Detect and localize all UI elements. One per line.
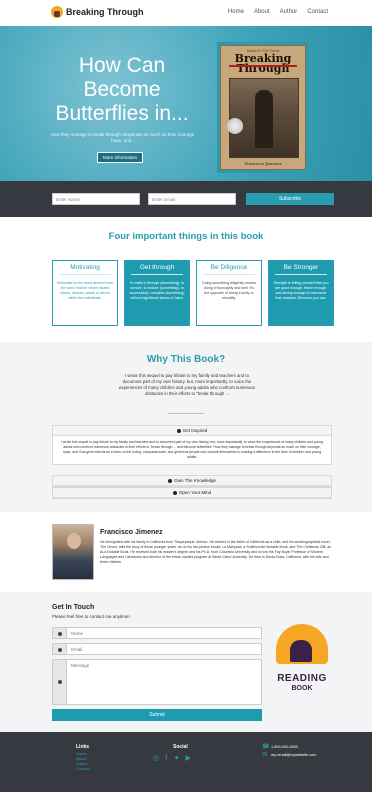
footer-social-title: Social: [173, 744, 188, 750]
user-icon: [53, 628, 67, 638]
top-nav: Breaking Through Home About Author Conta…: [0, 0, 372, 26]
footer-links-title: Links: [76, 744, 90, 750]
accordion-label: Gain The Knowledge: [174, 478, 216, 483]
twitter-icon[interactable]: ✦: [174, 754, 180, 762]
footer-links: Home About Author Contact: [76, 751, 90, 771]
social-icons: ◎ f ✦ ▶: [153, 754, 191, 762]
card-be-diligence: Be Diligence Doing something diligently …: [196, 260, 262, 326]
card-divider: [59, 274, 111, 275]
name-placeholder: Name: [71, 631, 84, 636]
youtube-icon[interactable]: ▶: [185, 754, 190, 762]
author-photo: [52, 524, 94, 580]
accordion-gain-knowledge: Gain The Knowledge: [52, 475, 332, 487]
book-cover: Sequel to The Circuit Breaking Through F…: [217, 42, 309, 173]
card-divider: [131, 274, 183, 275]
envelope-icon: ✉: [262, 751, 268, 758]
email-placeholder: Email: [71, 647, 83, 652]
card-title: Be Stronger: [283, 264, 319, 271]
hero-subtitle: How they manage to break through despera…: [50, 132, 196, 143]
landing-page: Breaking Through Home About Author Conta…: [0, 0, 372, 792]
card-text: To make it through (something): to survi…: [129, 281, 185, 300]
card-motivating: Motivating Motivation is the word derive…: [52, 260, 118, 326]
author-section: Francisco Jimenez He immigrated with his…: [0, 512, 372, 592]
book-title-underline: [229, 65, 297, 67]
author-name: Francisco Jimenez: [100, 529, 163, 536]
footer-phone[interactable]: 1-800-000-0000: [271, 745, 298, 749]
envelope-icon: [53, 644, 67, 654]
book-author: Francisco Jiménez: [244, 161, 282, 166]
nav-link-contact[interactable]: Contact: [307, 9, 328, 15]
accordion-header[interactable]: Open Your Mind: [53, 488, 331, 498]
contact-subtitle: Please feel free to contact me anytime!: [52, 614, 130, 619]
why-section: Why This Book? I wrote this sequel to pa…: [0, 342, 372, 512]
phone-icon: ☎: [262, 743, 270, 750]
contact-name-field[interactable]: Name: [52, 627, 262, 639]
message-placeholder: Message: [71, 663, 90, 668]
footer-link-contact[interactable]: Contact: [76, 766, 90, 771]
card-title: Motivating: [70, 264, 100, 271]
why-text: I wrote this sequel to pay tribute to my…: [119, 373, 255, 396]
toggle-icon: [172, 490, 177, 495]
subscribe-name-input[interactable]: Enter Name: [52, 193, 140, 205]
contact-message-field[interactable]: Message: [52, 659, 262, 705]
card-text: Doing something diligently means doing i…: [202, 281, 256, 300]
submit-button[interactable]: Submit: [52, 709, 262, 721]
accordion-get-inspired: Get Inspired I wrote this sequel to pay …: [52, 425, 332, 465]
toggle-icon: [176, 428, 181, 433]
card-get-through: Get through To make it through (somethin…: [124, 260, 190, 326]
award-seal-icon: [227, 118, 243, 134]
toggle-icon: [168, 478, 173, 483]
hero-section: How Can Become Butterflies in... How the…: [0, 26, 372, 181]
contact-section: Get In Touch Please feel free to contact…: [0, 592, 372, 732]
accordion-open-mind: Open Your Mind: [52, 487, 332, 499]
divider: [168, 413, 204, 414]
accordion-header[interactable]: Gain The Knowledge: [53, 476, 331, 486]
card-divider: [275, 274, 327, 275]
contact-title: Get In Touch: [52, 604, 95, 611]
logo-icon[interactable]: [51, 6, 63, 18]
accordion-label: Get Inspired: [182, 428, 208, 433]
subscribe-button[interactable]: Subscribe: [246, 193, 334, 205]
accordion-label: Open Your Mind: [178, 490, 212, 495]
contact-email-field[interactable]: Email: [52, 643, 262, 655]
book-title: Breaking Through: [221, 53, 305, 74]
book-figure: [255, 90, 273, 148]
hero-title: How Can Become Butterflies in...: [55, 54, 189, 125]
more-information-button[interactable]: More Information: [97, 152, 143, 163]
footer: Links Home About Author Contact Social ◎…: [0, 732, 372, 792]
card-text: Motivation is the word derived from the …: [57, 281, 113, 300]
card-text: Strength is telling yourself that you ar…: [273, 281, 329, 300]
reader-silhouette-icon: [290, 640, 312, 662]
logo-text-reading: READING: [277, 673, 327, 684]
logo-text-book: BOOK: [291, 685, 313, 692]
accordion-header[interactable]: Get Inspired: [53, 426, 331, 436]
card-divider: [203, 274, 255, 275]
card-title: Be Diligence: [210, 264, 248, 271]
nav-link-about[interactable]: About: [254, 9, 270, 15]
card-be-stronger: Be Stronger Strength is telling yourself…: [268, 260, 334, 326]
accordion-body: I wrote this sequel to pay tribute to my…: [60, 440, 324, 459]
facebook-icon[interactable]: f: [165, 754, 167, 762]
author-face: [67, 533, 81, 549]
section-title: Four important things in this book: [108, 231, 264, 242]
author-bio: He immigrated with his family to Califor…: [100, 540, 332, 564]
book-cover-art: Sequel to The Circuit Breaking Through F…: [220, 45, 306, 170]
nav-link-home[interactable]: Home: [228, 9, 244, 15]
brand-name[interactable]: Breaking Through: [66, 7, 144, 17]
instagram-icon[interactable]: ◎: [153, 754, 159, 762]
four-things-section: Four important things in this book Motiv…: [0, 217, 372, 342]
nav-link-author[interactable]: Author: [280, 9, 298, 15]
footer-email[interactable]: my-email@mywebsite.com: [271, 753, 316, 757]
subscribe-bar: Enter Name Enter Email Subscribe: [0, 181, 372, 217]
nav-links: Home About Author Contact: [228, 9, 328, 15]
why-title: Why This Book?: [146, 354, 226, 365]
subscribe-email-input[interactable]: Enter Email: [148, 193, 236, 205]
card-title: Get through: [139, 264, 175, 271]
pencil-icon: [53, 660, 67, 704]
